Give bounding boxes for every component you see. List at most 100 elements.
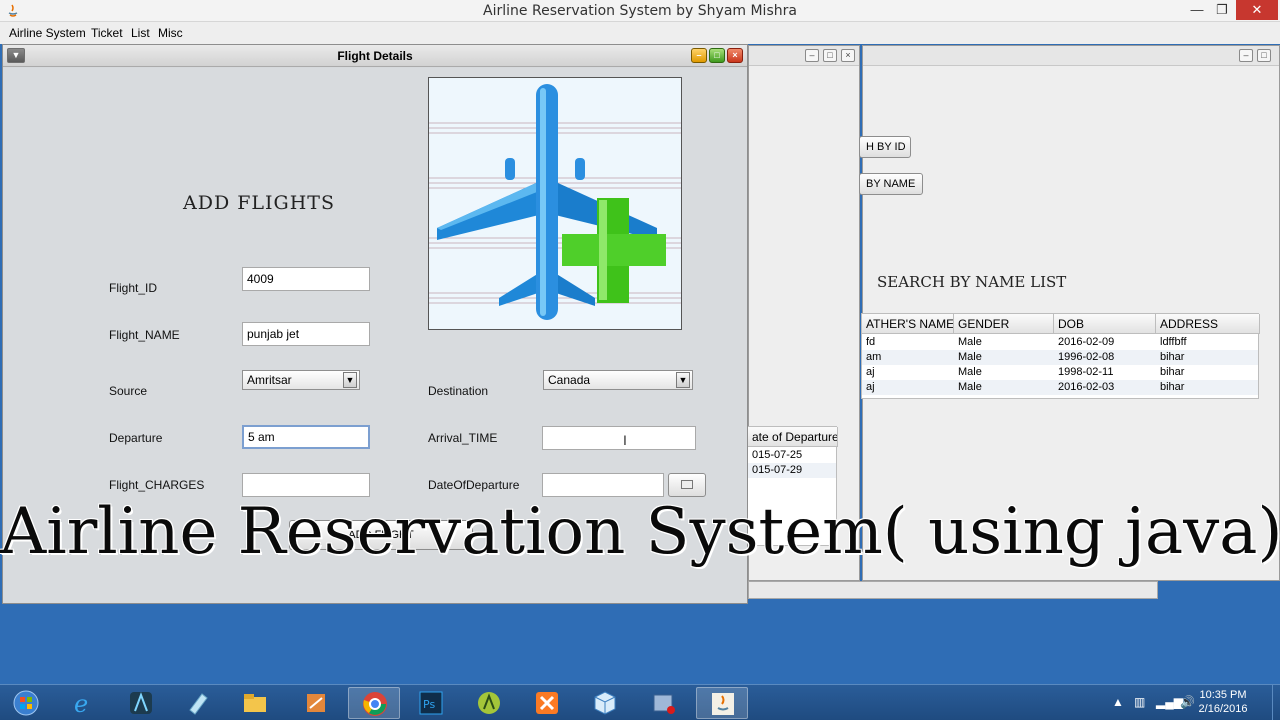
table-cell: Male — [958, 381, 982, 393]
svg-text:Ps: Ps — [423, 698, 435, 711]
clock-time: 10:35 PM — [1199, 689, 1247, 701]
search-list-heading: SEARCH BY NAME LIST — [877, 273, 1067, 291]
chrome-logo-icon — [363, 692, 387, 716]
column-header[interactable]: ate of Departure — [748, 427, 838, 447]
table-cell[interactable]: 015-07-25 — [748, 448, 836, 463]
close-icon[interactable]: × — [841, 49, 855, 62]
flight-id-label: Flight_ID — [109, 281, 158, 295]
text-cursor-icon: I — [623, 432, 627, 448]
column-header[interactable]: DOB — [1054, 314, 1156, 334]
android-studio-icon[interactable] — [115, 687, 167, 719]
flight-name-field[interactable]: punjab jet — [242, 322, 370, 346]
clock-date: 2/16/2016 — [1198, 703, 1248, 715]
dropdown-arrow-icon[interactable]: ▼ — [343, 372, 357, 388]
xampp-logo-icon — [536, 692, 558, 714]
photoshop-icon[interactable]: Ps — [405, 687, 457, 719]
tray-clock[interactable]: 10:35 PM 2/16/2016 — [1188, 688, 1258, 716]
media-icon[interactable] — [638, 687, 690, 719]
table-cell: 2016-02-03 — [1058, 381, 1115, 393]
app-title: Airline Reservation System by Shyam Mish… — [483, 3, 797, 19]
departure-label: Departure — [109, 431, 163, 445]
photoshop-logo-icon: Ps — [419, 691, 443, 715]
internet-explorer-icon[interactable]: e — [57, 687, 109, 719]
java-editor-logo-icon — [307, 694, 325, 712]
table-cell: bihar — [1160, 381, 1185, 393]
destination-selected-value: Canada — [548, 373, 591, 387]
show-hidden-icons-icon[interactable]: ▲ — [1112, 695, 1124, 709]
signal-icon[interactable]: ▂▄▆ — [1156, 695, 1183, 709]
source-label: Source — [109, 384, 148, 398]
minimize-icon[interactable]: – — [691, 48, 707, 63]
airplane-add-icon — [428, 77, 682, 330]
departure-frame-titlebar: – □ × — [749, 46, 859, 66]
table-cell: aj — [866, 381, 875, 393]
column-header[interactable]: ATHER'S NAME — [862, 314, 954, 334]
table-cell: Male — [958, 351, 982, 363]
search-frame-titlebar: – □ — [863, 46, 1279, 66]
search-by-name-button[interactable]: BY NAME — [859, 173, 923, 195]
calendar-button[interactable] — [668, 473, 706, 497]
departure-field[interactable]: 5 am — [242, 425, 370, 449]
ie-logo-icon: e — [74, 690, 88, 716]
table-cell: 2016-02-09 — [1058, 336, 1115, 348]
add-flights-heading: ADD FLIGHTS — [183, 192, 335, 214]
folder-icon — [244, 694, 266, 712]
flight-charges-label: Flight_CHARGES — [109, 478, 205, 492]
chrome-icon[interactable] — [348, 687, 400, 719]
calendar-icon — [681, 480, 693, 489]
date-of-departure-label: DateOfDeparture — [428, 478, 520, 492]
show-desktop-button[interactable] — [1272, 685, 1280, 720]
java-icon[interactable] — [696, 687, 748, 719]
flight-id-field[interactable]: 4009 — [242, 267, 370, 291]
minimize-icon[interactable]: – — [1239, 49, 1253, 62]
table-cell: aj — [866, 366, 875, 378]
video-caption: Airline Reservation System( using java) — [0, 495, 1280, 569]
table-cell: 1998-02-11 — [1058, 366, 1114, 378]
minimize-icon[interactable]: – — [805, 49, 819, 62]
maximize-icon[interactable]: □ — [709, 48, 725, 63]
maximize-icon[interactable]: □ — [1257, 49, 1271, 62]
table-cell: am — [866, 351, 882, 363]
arrival-time-label: Arrival_TIME — [428, 431, 498, 445]
column-header[interactable]: GENDER — [954, 314, 1054, 334]
java-cup-icon — [712, 693, 734, 715]
source-select[interactable]: Amritsar ▼ — [242, 370, 360, 390]
notes-icon[interactable] — [172, 687, 224, 719]
android-icon[interactable] — [463, 687, 515, 719]
table-cell: 1996-02-08 — [1058, 351, 1115, 363]
arrival-time-field[interactable] — [542, 426, 696, 450]
restore-button[interactable]: ❐ — [1208, 0, 1236, 20]
file-explorer-icon[interactable] — [229, 687, 281, 719]
menu-misc[interactable]: Misc — [158, 26, 183, 40]
dropdown-arrow-icon[interactable]: ▼ — [676, 372, 690, 388]
close-icon[interactable]: × — [727, 48, 743, 63]
airplane-add-illustration — [429, 84, 681, 320]
flight-frame-titlebar[interactable]: ▼ Flight Details – □ × — [3, 45, 747, 67]
menu-airline-system[interactable]: Airline System — [9, 26, 86, 40]
search-by-id-button[interactable]: H BY ID — [859, 136, 911, 158]
flight-charges-field[interactable] — [242, 473, 370, 497]
xampp-icon[interactable] — [290, 687, 342, 719]
windows-start-icon[interactable] — [0, 687, 50, 719]
close-button[interactable]: ✕ — [1236, 0, 1278, 20]
apps-icon[interactable] — [521, 687, 573, 719]
flight-frame-title: Flight Details — [337, 49, 413, 63]
network-icon[interactable]: ▥ — [1134, 695, 1145, 709]
column-header[interactable]: ADDRESS — [1156, 314, 1260, 334]
android-studio-logo-icon — [130, 692, 152, 714]
menu-ticket[interactable]: Ticket — [91, 26, 123, 40]
app-titlebar: Airline Reservation System by Shyam Mish… — [0, 0, 1280, 22]
virtualbox-icon[interactable] — [579, 687, 631, 719]
table-cell: bihar — [1160, 351, 1185, 363]
maximize-icon[interactable]: □ — [823, 49, 837, 62]
table-cell: ldffbff — [1160, 336, 1187, 348]
taskbar: e Ps ▲ ▥ ▂▄▆ 🔊 10:35 PM 2/16/2016 — [0, 684, 1280, 720]
menu-list[interactable]: List — [131, 26, 150, 40]
table-cell[interactable]: 015-07-29 — [748, 463, 836, 478]
table-cell: Male — [958, 336, 982, 348]
menubar: Airline System Ticket List Misc — [0, 22, 1280, 44]
destination-select[interactable]: Canada ▼ — [543, 370, 693, 390]
date-of-departure-field[interactable] — [542, 473, 664, 497]
table-cell: fd — [866, 336, 876, 348]
minimize-button[interactable]: — — [1183, 0, 1211, 20]
